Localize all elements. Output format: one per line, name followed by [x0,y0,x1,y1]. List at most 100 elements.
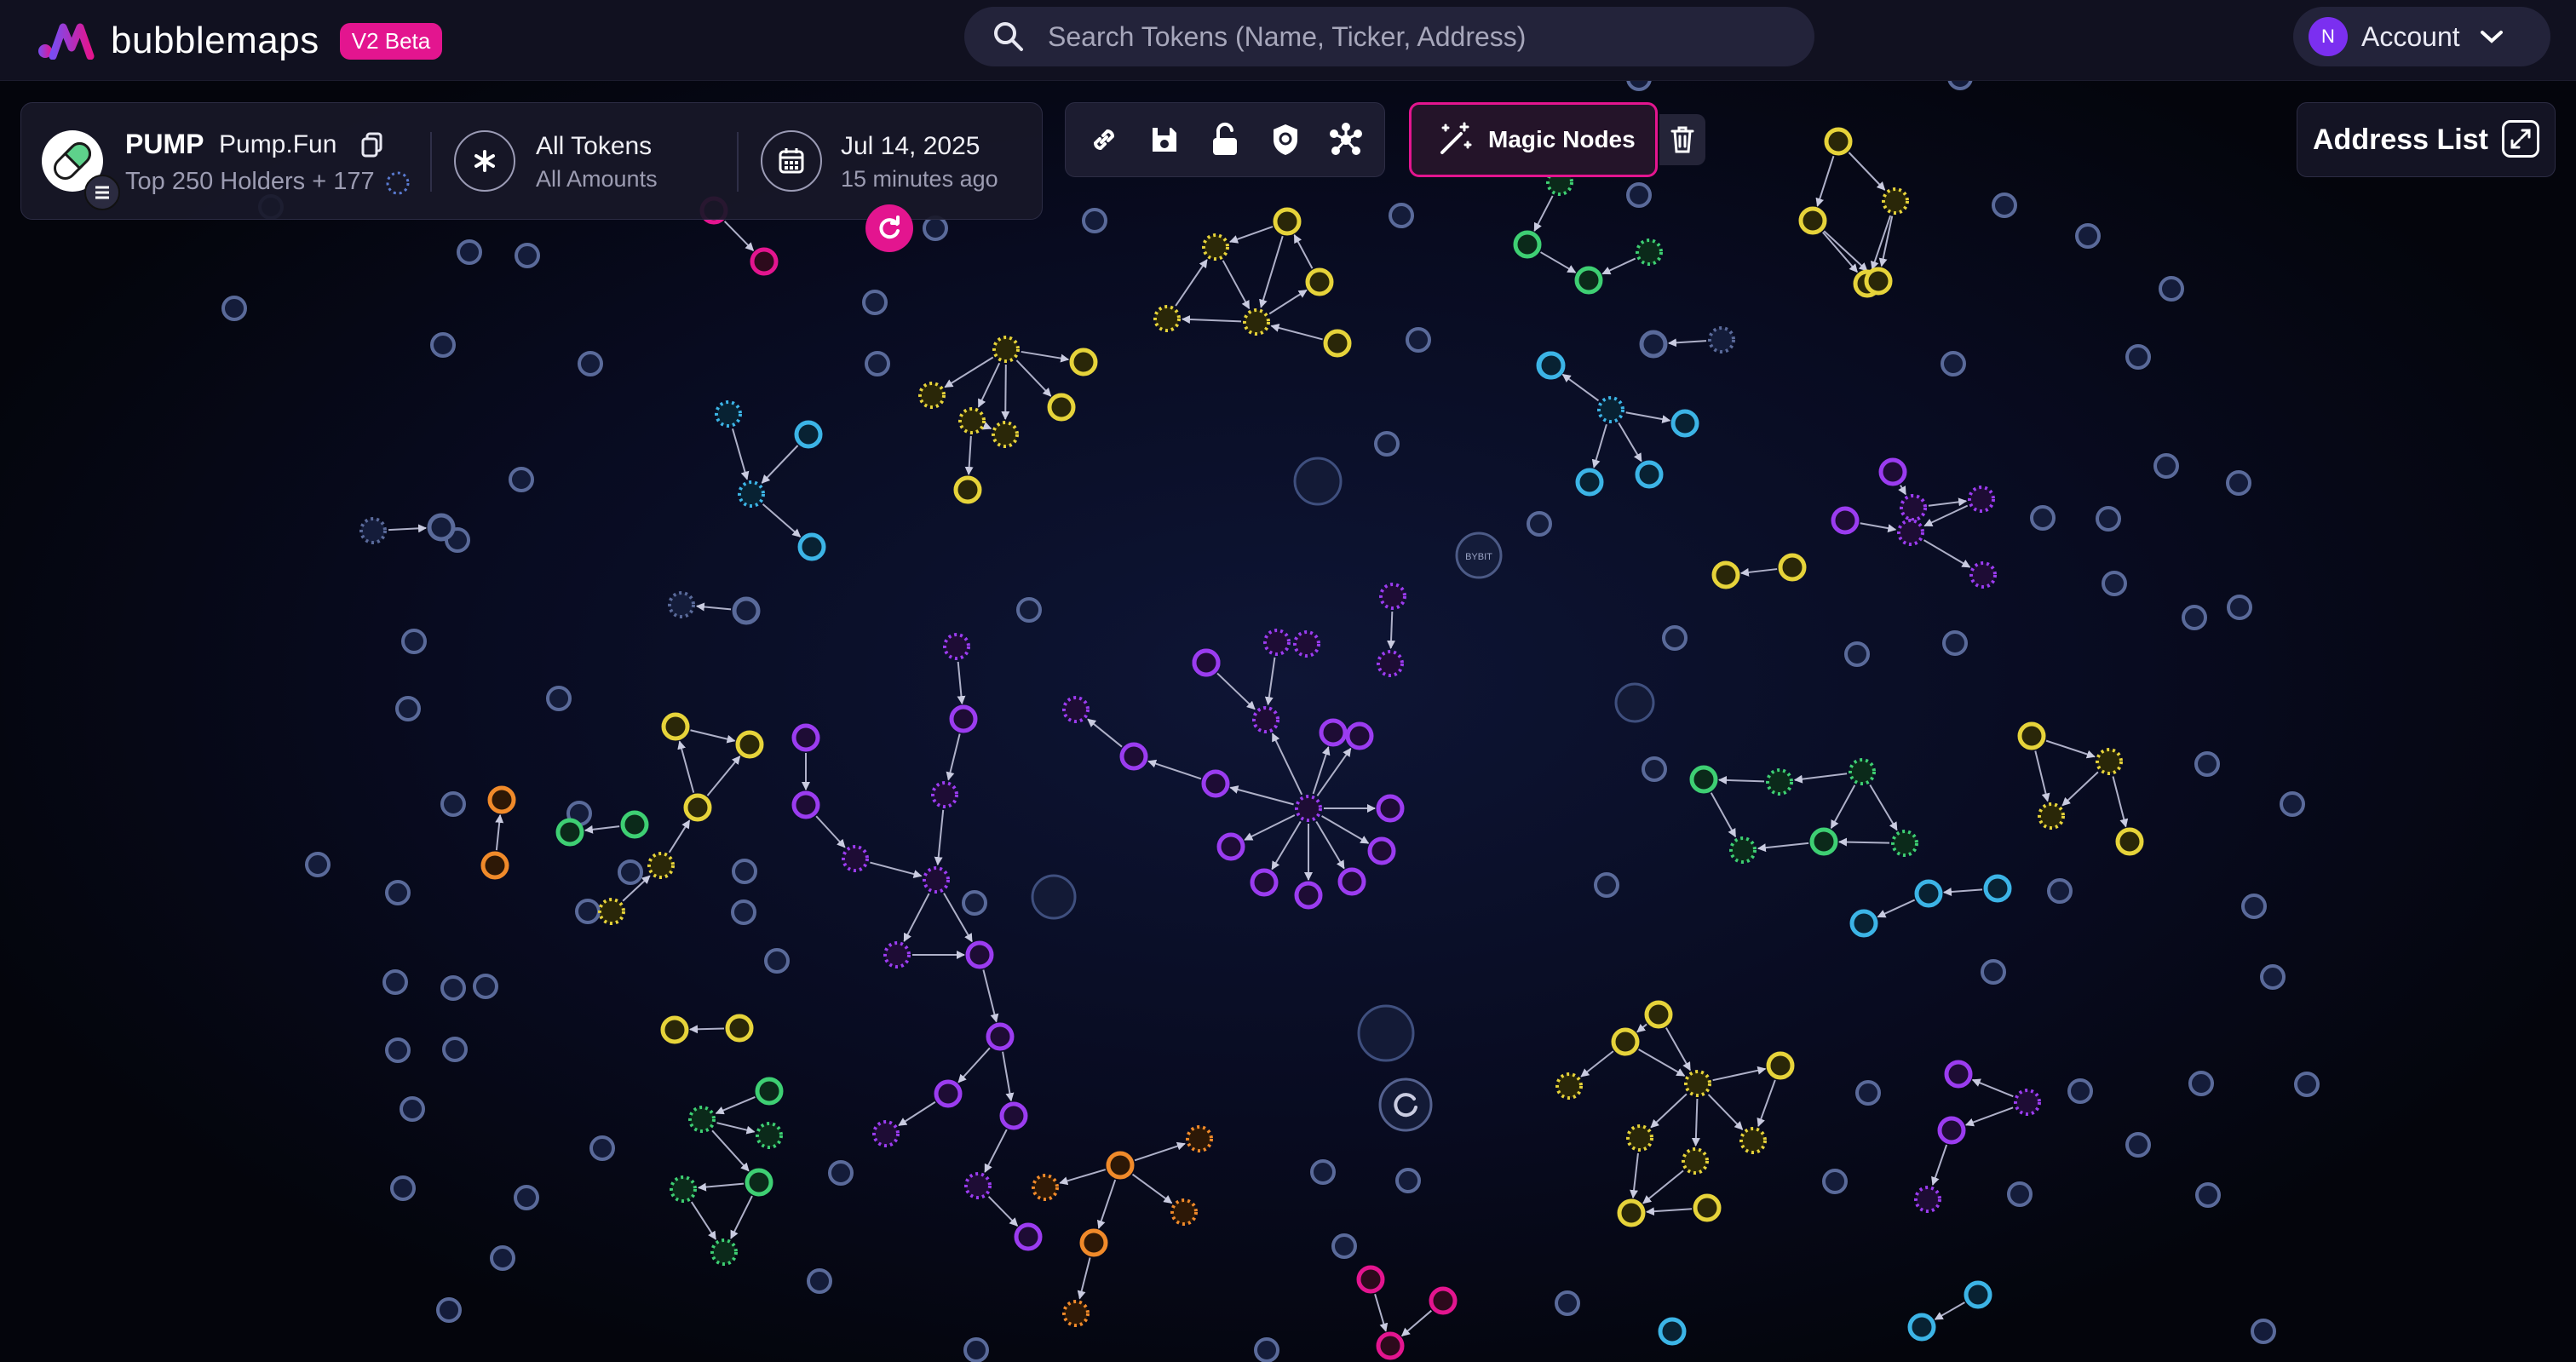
holder-bubble[interactable] [1202,233,1229,261]
holder-bubble[interactable] [2159,276,2184,302]
holder-bubble[interactable] [2096,748,2123,775]
address-list-button[interactable]: Address List [2297,102,2556,177]
holder-bubble[interactable] [992,336,1020,363]
holder-bubble[interactable] [1626,1124,1653,1152]
holder-bubble[interactable] [390,1175,416,1201]
holder-bubble[interactable] [1822,1169,1848,1194]
holder-bubble[interactable] [963,1337,989,1362]
holder-bubble[interactable] [668,591,695,618]
holder-bubble[interactable] [735,730,764,759]
holder-bubble[interactable] [1897,519,1924,546]
holder-bubble[interactable] [670,1175,697,1203]
holder-bubble[interactable] [1192,648,1221,677]
holder-bubble[interactable] [715,400,742,428]
holder-bubble[interactable] [1254,1337,1279,1362]
holder-bubble[interactable] [865,351,890,376]
holder-bubble[interactable] [1295,795,1322,822]
holder-bubble[interactable] [1766,768,1793,796]
holder-bubble[interactable] [1575,468,1604,497]
holder-bubble[interactable] [1864,267,1893,296]
holder-bubble[interactable] [1968,486,1995,513]
holder-bubble[interactable] [400,1096,425,1122]
holder-bubble[interactable] [1379,583,1406,610]
holder-bubble[interactable] [872,1120,900,1147]
holder-bubble[interactable] [745,1168,773,1197]
holder-bubble[interactable] [2102,571,2127,596]
holder-bubble[interactable] [2251,1319,2276,1344]
holder-bubble[interactable] [1778,553,1807,582]
holder-bubble[interactable] [575,899,601,924]
holder-bubble[interactable] [931,781,958,808]
holder-bubble[interactable] [1636,238,1663,266]
holder-bubble[interactable] [1186,1125,1213,1152]
holder-bubble[interactable] [430,332,456,358]
holder-bubble[interactable] [589,1135,615,1161]
holder-bubble[interactable] [620,810,649,839]
holder-bubble[interactable] [949,704,978,733]
holder-bubble[interactable] [1981,959,2006,985]
copy-icon[interactable] [360,132,384,158]
holder-bubble[interactable] [1907,1313,1936,1342]
holder-bubble[interactable] [1937,1116,1966,1145]
holder-bubble[interactable] [1555,1072,1583,1100]
holder-bubble[interactable] [1855,1080,1881,1106]
holder-bubble[interactable] [2280,791,2305,817]
holder-bubble[interactable] [1374,431,1400,457]
holder-bubble[interactable] [427,513,456,542]
holder-bubble[interactable] [1711,560,1740,589]
holder-bubble[interactable] [1106,1151,1135,1180]
holder-bubble[interactable] [1635,460,1664,489]
holder-bubble[interactable] [2075,223,2101,249]
holder-bubble[interactable] [1555,1290,1580,1316]
holder-bubble[interactable] [2096,506,2121,532]
holder-bubble[interactable] [1611,1027,1640,1056]
holder-bubble[interactable] [999,1101,1028,1130]
holder-bubble[interactable] [1250,868,1279,897]
holder-bubble[interactable] [1537,351,1566,380]
holder-bubble[interactable] [1377,650,1404,677]
holder-bubble[interactable] [943,633,970,660]
holder-bubble[interactable] [1914,879,1943,908]
holder-bubble[interactable] [986,1022,1015,1051]
holder-bubble[interactable] [2030,505,2056,531]
holder-bubble[interactable] [2182,605,2207,630]
large-holder-bubble[interactable] [1357,1004,1415,1062]
holder-bubble[interactable] [1594,872,1619,898]
holder-bubble[interactable] [555,818,584,847]
search-input[interactable]: Search Tokens (Name, Ticker, Address) [964,7,1814,66]
holder-bubble[interactable] [2115,827,2144,856]
holder-bubble[interactable] [1824,127,1853,156]
holder-bubble[interactable] [487,785,516,814]
holder-bubble[interactable] [2038,802,2065,830]
holder-bubble[interactable] [725,1014,754,1043]
holder-bubble[interactable] [750,247,779,276]
holder-bubble[interactable] [1513,230,1542,259]
holder-bubble[interactable] [2195,1182,2221,1208]
holder-bubble[interactable] [1243,308,1270,336]
holder-bubble[interactable] [732,596,761,625]
holder-bubble[interactable] [546,686,572,711]
holder-bubble[interactable] [1670,409,1699,438]
holder-bubble[interactable] [731,899,756,925]
holder-bubble[interactable] [1942,630,1968,656]
holder-bubble[interactable] [660,1015,689,1044]
holder-bubble[interactable] [647,852,675,879]
holder-bubble[interactable] [578,351,603,376]
snapshot-date[interactable]: Jul 14, 2025 [841,132,980,161]
large-holder-bubble[interactable] [1614,682,1655,723]
holder-bubble[interactable] [791,723,820,752]
holder-bubble[interactable] [395,696,421,721]
calendar-icon[interactable] [761,130,822,192]
holder-bubble[interactable] [382,969,408,995]
holder-bubble[interactable] [473,974,498,999]
holder-bubble[interactable] [359,517,387,544]
holder-bubble[interactable] [2014,1089,2041,1116]
holder-bubble[interactable] [1062,696,1090,723]
holder-bubble[interactable] [1293,630,1320,658]
holder-bubble[interactable] [1062,1300,1090,1327]
holder-bubble[interactable] [305,852,331,877]
holder-bubble[interactable] [1642,756,1667,782]
holder-bubble[interactable] [1310,1159,1336,1185]
holder-bubble[interactable] [710,1238,738,1266]
holder-bubble[interactable] [1356,1265,1385,1294]
